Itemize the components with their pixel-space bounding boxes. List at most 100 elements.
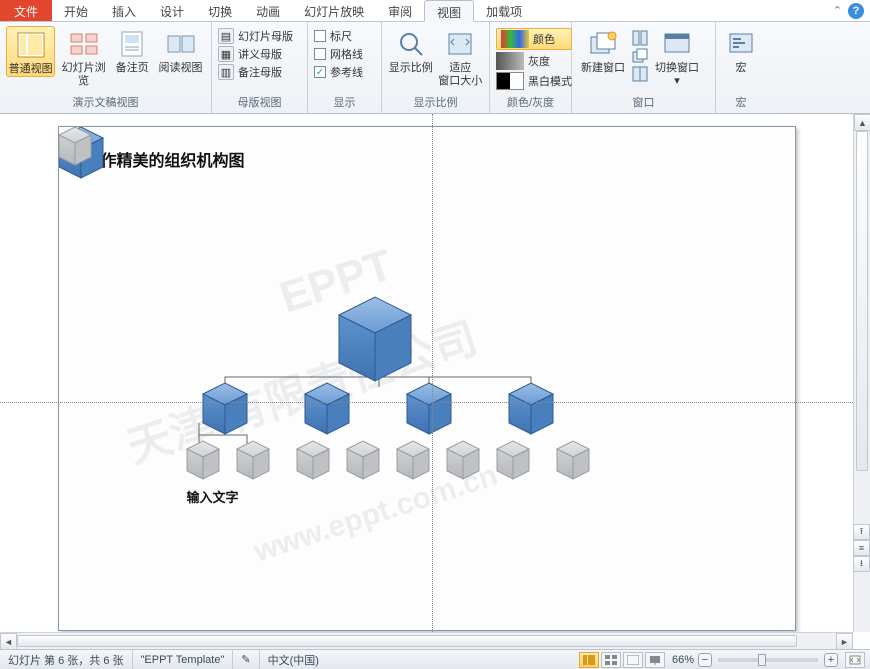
reading-view-icon bbox=[165, 28, 197, 60]
zoom-slider-thumb[interactable] bbox=[758, 654, 766, 666]
guide-vertical[interactable] bbox=[432, 114, 433, 632]
gridlines-checkbox[interactable]: 网格线 bbox=[314, 46, 363, 62]
guides-checkbox[interactable]: ✓参考线 bbox=[314, 64, 363, 80]
tab-review[interactable]: 审阅 bbox=[376, 0, 424, 21]
notes-master-icon: ▥ bbox=[218, 64, 234, 80]
normal-view-label: 普通视图 bbox=[9, 63, 53, 76]
tab-transitions[interactable]: 切换 bbox=[196, 0, 244, 21]
gray-swatch-icon bbox=[496, 52, 524, 70]
tab-design[interactable]: 设计 bbox=[148, 0, 196, 21]
fit-window-label: 适应窗口大小 bbox=[438, 62, 482, 88]
macros-label: 宏 bbox=[736, 62, 747, 75]
horizontal-scrollbar[interactable]: ◄ ► bbox=[0, 632, 853, 649]
org-chart bbox=[59, 127, 797, 632]
checkbox-icon bbox=[314, 30, 326, 42]
status-language[interactable]: 中文(中国) bbox=[260, 650, 327, 669]
macros-icon bbox=[725, 28, 757, 60]
tab-animations[interactable]: 动画 bbox=[244, 0, 292, 21]
help-icon[interactable]: ? bbox=[848, 3, 864, 19]
vertical-scrollbar[interactable]: ▲ ▼ ⭱ ≡ ⭳ bbox=[853, 114, 870, 632]
normal-view-status-button[interactable] bbox=[579, 652, 599, 668]
zoom-icon bbox=[395, 28, 427, 60]
tab-slideshow[interactable]: 幻灯片放映 bbox=[292, 0, 376, 21]
slide-text-placeholder[interactable]: 输入文字 bbox=[187, 487, 239, 506]
zoom-label: 显示比例 bbox=[389, 62, 433, 75]
slide-master-icon: ▤ bbox=[218, 28, 234, 44]
prev-slide-button[interactable]: ⭱ bbox=[853, 524, 870, 540]
group-macros-label: 宏 bbox=[716, 92, 766, 113]
switch-window-icon bbox=[661, 28, 693, 60]
move-split-button[interactable] bbox=[632, 66, 648, 82]
arrange-all-button[interactable] bbox=[632, 30, 648, 46]
cascade-button[interactable] bbox=[632, 48, 648, 64]
status-slide-position: 幻灯片 第 6 张，共 6 张 bbox=[0, 650, 133, 669]
new-window-label: 新建窗口 bbox=[581, 62, 625, 75]
ruler-checkbox[interactable]: 标尺 bbox=[314, 28, 363, 44]
slide-canvas[interactable]: 制作精美的组织机构图 EPPT 天津 有限责任公司 www.eppt.com.c… bbox=[0, 114, 853, 632]
scroll-thumb[interactable] bbox=[856, 131, 868, 471]
tab-view[interactable]: 视图 bbox=[424, 0, 474, 22]
group-color-label: 颜色/灰度 bbox=[490, 92, 571, 113]
zoom-percent[interactable]: 66% bbox=[672, 654, 694, 666]
slide-sorter-icon bbox=[68, 28, 100, 60]
tab-addins[interactable]: 加载项 bbox=[474, 0, 534, 21]
slide-nav-buttons: ⭱ ≡ ⭳ bbox=[853, 524, 870, 572]
scroll-up-button[interactable]: ▲ bbox=[854, 114, 870, 131]
tab-home[interactable]: 开始 bbox=[52, 0, 100, 21]
handout-master-button[interactable]: ▦讲义母版 bbox=[218, 46, 293, 62]
bw-swatch-icon bbox=[496, 72, 524, 90]
color-swatch-icon bbox=[501, 30, 529, 48]
macros-button[interactable]: 宏 bbox=[722, 26, 760, 75]
guide-horizontal[interactable] bbox=[0, 402, 853, 403]
zoom-button[interactable]: 显示比例 bbox=[388, 26, 434, 75]
status-bar: 幻灯片 第 6 张，共 6 张 "EPPT Template" ✎ 中文(中国)… bbox=[0, 649, 870, 669]
notes-page-icon bbox=[116, 28, 148, 60]
notes-page-label: 备注页 bbox=[116, 62, 149, 75]
menu-tabs: 文件 开始 插入 设计 切换 动画 幻灯片放映 审阅 视图 加载项 ⌃ ? bbox=[0, 0, 870, 22]
group-master-views-label: 母版视图 bbox=[212, 92, 307, 113]
slide[interactable]: 制作精美的组织机构图 EPPT 天津 有限责任公司 www.eppt.com.c… bbox=[58, 126, 796, 631]
reading-view-status-button[interactable] bbox=[623, 652, 643, 668]
normal-view-icon bbox=[15, 29, 47, 61]
zoom-in-button[interactable]: + bbox=[824, 653, 838, 667]
fit-window-icon bbox=[444, 28, 476, 60]
reading-view-label: 阅读视图 bbox=[159, 62, 203, 75]
group-window-label: 窗口 bbox=[572, 92, 715, 113]
color-mode-button[interactable]: 颜色 bbox=[496, 28, 572, 50]
grayscale-mode-button[interactable]: 灰度 bbox=[496, 52, 572, 70]
scroll-right-button[interactable]: ► bbox=[836, 633, 853, 650]
scroll-left-button[interactable]: ◄ bbox=[0, 633, 17, 650]
scroll-thumb[interactable] bbox=[17, 635, 797, 647]
tab-file[interactable]: 文件 bbox=[0, 0, 52, 21]
next-slide-button[interactable]: ⭳ bbox=[853, 556, 870, 572]
normal-view-button[interactable]: 普通视图 bbox=[6, 26, 55, 77]
switch-window-label: 切换窗口▾ bbox=[655, 62, 699, 88]
switch-window-button[interactable]: 切换窗口▾ bbox=[652, 26, 702, 88]
new-window-icon bbox=[587, 28, 619, 60]
fit-window-button[interactable]: 适应窗口大小 bbox=[438, 26, 484, 88]
fit-to-window-status-button[interactable] bbox=[845, 652, 865, 668]
zoom-slider[interactable] bbox=[718, 658, 818, 662]
group-presentation-views-label: 演示文稿视图 bbox=[0, 92, 211, 113]
bw-mode-button[interactable]: 黑白模式 bbox=[496, 72, 572, 90]
ribbon: 普通视图 幻灯片浏览 备注页 阅读视图 演示文稿视图 ▤幻灯片母版 ▦讲义母版 … bbox=[0, 22, 870, 114]
status-spellcheck[interactable]: ✎ bbox=[233, 650, 259, 669]
handout-master-icon: ▦ bbox=[218, 46, 234, 62]
reading-view-button[interactable]: 阅读视图 bbox=[156, 26, 205, 75]
workspace: 制作精美的组织机构图 EPPT 天津 有限责任公司 www.eppt.com.c… bbox=[0, 114, 870, 649]
checkbox-checked-icon: ✓ bbox=[314, 66, 326, 78]
slide-sorter-button[interactable]: 幻灯片浏览 bbox=[59, 26, 108, 88]
notes-page-button[interactable]: 备注页 bbox=[112, 26, 152, 75]
slide-master-button[interactable]: ▤幻灯片母版 bbox=[218, 28, 293, 44]
tab-insert[interactable]: 插入 bbox=[100, 0, 148, 21]
sorter-view-status-button[interactable] bbox=[601, 652, 621, 668]
minimize-ribbon-icon[interactable]: ⌃ bbox=[833, 4, 842, 17]
new-window-button[interactable]: 新建窗口 bbox=[578, 26, 628, 75]
slideshow-status-button[interactable] bbox=[645, 652, 665, 668]
notes-master-button[interactable]: ▥备注母版 bbox=[218, 64, 293, 80]
zoom-out-button[interactable]: − bbox=[698, 653, 712, 667]
nav-menu-button[interactable]: ≡ bbox=[853, 540, 870, 556]
spellcheck-icon: ✎ bbox=[241, 653, 250, 666]
group-show-label: 显示 bbox=[308, 92, 381, 113]
status-template: "EPPT Template" bbox=[133, 650, 234, 669]
